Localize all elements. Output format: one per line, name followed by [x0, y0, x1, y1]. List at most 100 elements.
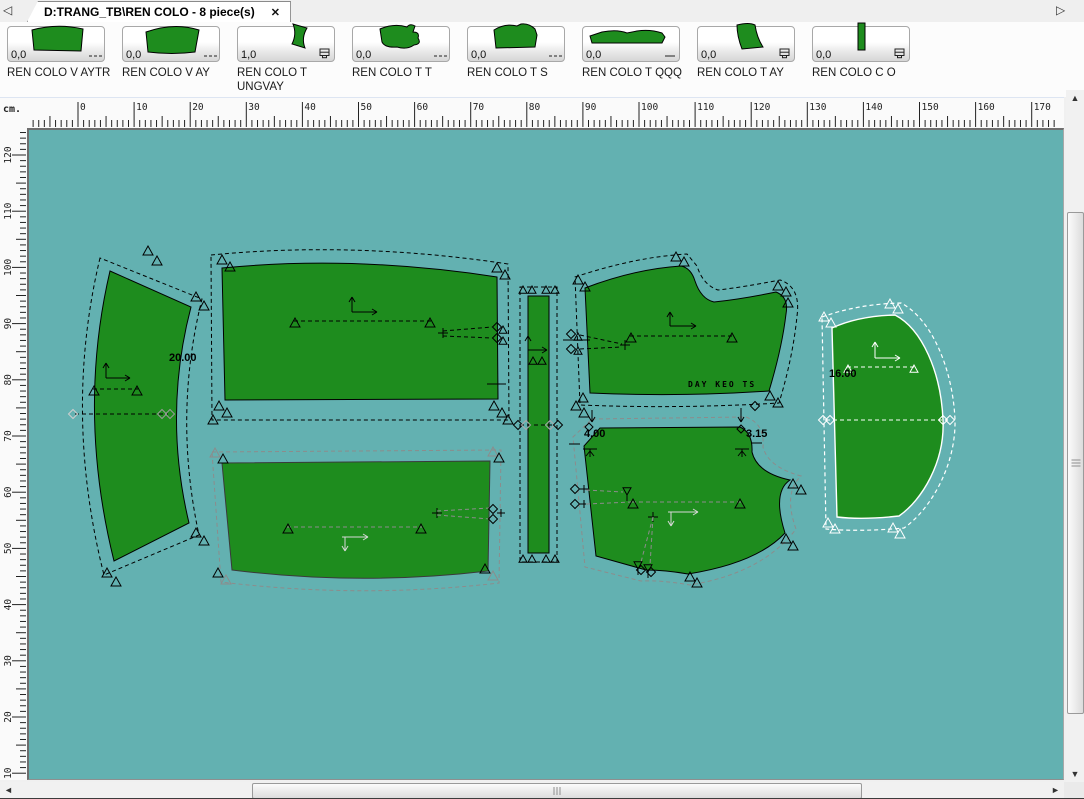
plotter-icon [893, 48, 907, 59]
svg-text:10: 10 [136, 102, 148, 113]
svg-text:3.15: 3.15 [746, 428, 767, 440]
svg-text:140: 140 [865, 102, 882, 113]
dashes-icon [663, 48, 677, 59]
piece-thumbnail[interactable]: 0,0 [582, 26, 680, 62]
piece-thumbnail-label: REN COLO V AYTR [7, 66, 111, 80]
piece-thumbnail-cell: 0,0 REN COLO T QQQ [582, 26, 686, 80]
svg-text:DAY KEO TS: DAY KEO TS [688, 380, 756, 389]
piece-thumbnail[interactable]: 0,0 [467, 26, 565, 62]
pattern-piece-top-panel[interactable] [208, 250, 513, 424]
svg-text:100: 100 [641, 102, 658, 113]
svg-text:90: 90 [3, 318, 14, 330]
piece-thumbnail[interactable]: 0,0 [122, 26, 220, 62]
horizontal-ruler: cm. 0 10 20 30 40 50 60 70 80 90 100 110 120 130 140 150… [0, 97, 1064, 129]
vertical-ruler: 120110100908070605040302010 [0, 128, 27, 780]
piece-thumbnail-cell: 0,0 REN COLO T S [467, 26, 571, 80]
tab-close-icon[interactable]: ✕ [271, 6, 280, 19]
svg-text:40: 40 [3, 599, 14, 611]
svg-text:4.00: 4.00 [584, 428, 605, 440]
piece-thumbnail-cell: 0,0REN COLO V AY [122, 26, 226, 80]
pattern-piece-side-panel-selected[interactable]: 16.00 [819, 299, 956, 538]
svg-text:150: 150 [922, 102, 939, 113]
horizontal-scrollbar-thumb[interactable] [252, 783, 862, 799]
scroll-down-icon[interactable]: ▼ [1066, 766, 1084, 782]
piece-origin-label: 0,0 [126, 49, 141, 61]
svg-text:30: 30 [248, 102, 260, 113]
piece-thumbnail[interactable]: 0,0 [352, 26, 450, 62]
piece-thumbnail-cell: 0,0 REN COLO V AYTR [7, 26, 111, 80]
dashes-icon [203, 48, 217, 59]
svg-text:0: 0 [80, 102, 86, 113]
svg-text:50: 50 [3, 542, 14, 554]
dashes-icon [548, 48, 562, 59]
svg-text:70: 70 [3, 430, 14, 442]
svg-text:120: 120 [753, 102, 770, 113]
piece-origin-label: 0,0 [586, 49, 601, 61]
thumbnail-panel: 0,0REN COLO V AYTR0,0REN COLO V AY1,0REN… [0, 22, 1084, 97]
vertical-scrollbar[interactable]: ▲ ▼ [1066, 90, 1084, 782]
piece-thumbnail[interactable]: 0,0 [7, 26, 105, 62]
pattern-piece-front-bodice[interactable]: DAY KEO TS [563, 252, 798, 417]
pattern-piece-bottom-panel[interactable] [210, 447, 505, 591]
canvas-viewport[interactable]: 20.00 DAY KEO TS 4.00 3.15 16.00 [27, 128, 1064, 780]
piece-thumbnail-label: REN COLO T AY [697, 66, 801, 80]
piece-thumbnail[interactable]: 0,0 [697, 26, 795, 62]
svg-text:50: 50 [361, 102, 373, 113]
svg-text:20: 20 [3, 711, 14, 723]
piece-thumbnail[interactable]: 0,0 [812, 26, 910, 62]
tab-scroll-right-icon[interactable]: ▷ [1056, 2, 1065, 18]
horizontal-scrollbar[interactable]: ◄ ► [0, 782, 1064, 799]
piece-thumbnail-cell: 0,0 REN COLO C O [812, 26, 916, 80]
piece-origin-label: 0,0 [471, 49, 486, 61]
svg-text:60: 60 [3, 486, 14, 498]
dashes-icon [433, 48, 447, 59]
svg-text:40: 40 [304, 102, 316, 113]
piece-thumbnail-cell: 1,0REN COLO T UNGVAY [237, 26, 341, 94]
scrollbar-corner [1064, 782, 1084, 799]
svg-text:130: 130 [809, 102, 826, 113]
plotter-icon [778, 48, 792, 59]
svg-text:110: 110 [3, 202, 14, 219]
piece-thumbnail[interactable]: 1,0 [237, 26, 335, 62]
svg-text:100: 100 [3, 259, 14, 276]
svg-text:70: 70 [473, 102, 485, 113]
svg-text:110: 110 [697, 102, 714, 113]
svg-text:80: 80 [3, 374, 14, 386]
scroll-left-icon[interactable]: ◄ [0, 782, 17, 799]
svg-text:170: 170 [1034, 102, 1051, 113]
svg-text:120: 120 [3, 146, 14, 163]
piece-thumbnail-cell: 0,0 REN COLO T T [352, 26, 456, 80]
scroll-up-icon[interactable]: ▲ [1066, 90, 1084, 106]
pattern-piece-curved-band[interactable]: 20.00 [69, 246, 210, 586]
svg-text:80: 80 [529, 102, 541, 113]
pattern-piece-center-strip[interactable] [514, 286, 563, 562]
piece-origin-label: 0,0 [356, 49, 371, 61]
piece-thumbnail-label: REN COLO T QQQ [582, 66, 686, 80]
tab-scroll-left-icon[interactable]: ◁ [3, 2, 12, 18]
piece-origin-label: 0,0 [11, 49, 26, 61]
svg-text:20: 20 [192, 102, 204, 113]
piece-thumbnail-label: REN COLO C O [812, 66, 916, 80]
scrollbar-grip [1071, 460, 1080, 467]
plotter-icon [318, 48, 332, 59]
svg-text:60: 60 [417, 102, 429, 113]
scrollbar-grip [554, 787, 561, 795]
pattern-piece-seat-piece[interactable]: 4.00 3.15 [569, 408, 806, 587]
document-tab[interactable]: D:TRANG_TB\REN COLO - 8 piece(s) ✕ [27, 1, 291, 22]
scroll-right-icon[interactable]: ► [1047, 782, 1064, 799]
dashes-icon [88, 48, 102, 59]
piece-origin-label: 0,0 [816, 49, 831, 61]
svg-text:160: 160 [978, 102, 995, 113]
piece-thumbnail-cell: 0,0 REN COLO T AY [697, 26, 801, 80]
pattern-design-window: ◁ D:TRANG_TB\REN COLO - 8 piece(s) ✕ ▷ 0… [0, 0, 1084, 799]
vertical-scrollbar-thumb[interactable] [1067, 212, 1084, 714]
svg-text:20.00: 20.00 [169, 352, 197, 364]
svg-text:30: 30 [3, 655, 14, 667]
svg-text:90: 90 [585, 102, 597, 113]
piece-thumbnail-label: REN COLO T S [467, 66, 571, 80]
piece-thumbnail-label: REN COLO T T [352, 66, 456, 80]
document-tab-title: D:TRANG_TB\REN COLO - 8 piece(s) [44, 5, 255, 19]
svg-text:16.00: 16.00 [829, 368, 857, 380]
svg-text:cm.: cm. [3, 104, 21, 115]
pattern-canvas[interactable]: 20.00 DAY KEO TS 4.00 3.15 16.00 [29, 130, 1063, 779]
